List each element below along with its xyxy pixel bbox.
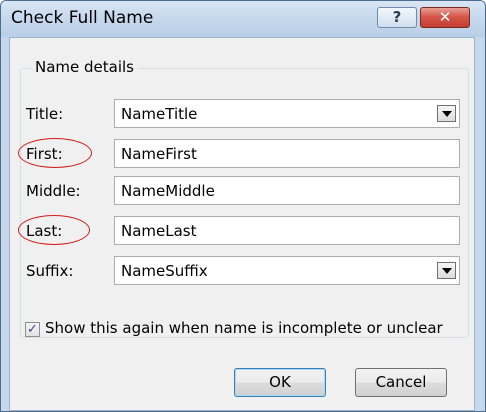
highlight-ellipse-last <box>18 215 90 245</box>
check-full-name-dialog: Check Full Name ? ✕ Name details Title: … <box>0 0 486 412</box>
title-combobox[interactable]: NameTitle <box>114 99 460 128</box>
title-label: Title: <box>26 105 64 123</box>
group-label: Name details <box>31 58 138 76</box>
suffix-value: NameSuffix <box>121 262 208 280</box>
window-title: Check Full Name <box>11 8 154 28</box>
title-bar[interactable]: Check Full Name ? ✕ <box>1 1 485 37</box>
show-again-label[interactable]: Show this again when name is incomplete … <box>45 319 443 337</box>
chevron-down-icon[interactable] <box>437 105 456 122</box>
middle-value: NameMiddle <box>121 182 215 200</box>
middle-label: Middle: <box>26 182 81 200</box>
middle-name-field[interactable]: NameMiddle <box>114 176 460 205</box>
highlight-ellipse-first <box>18 138 92 168</box>
first-value: NameFirst <box>121 145 197 163</box>
help-button[interactable]: ? <box>377 7 417 28</box>
show-again-checkbox[interactable]: ✓ <box>25 322 40 337</box>
cancel-button[interactable]: Cancel <box>355 368 447 397</box>
last-name-field[interactable]: NameLast <box>114 216 460 245</box>
ok-button[interactable]: OK <box>234 368 326 397</box>
title-value: NameTitle <box>121 105 198 123</box>
dialog-body: Name details Title: NameTitle First: Nam… <box>9 37 475 411</box>
chevron-down-icon[interactable] <box>437 262 456 279</box>
last-value: NameLast <box>121 222 197 240</box>
first-name-field[interactable]: NameFirst <box>114 139 460 168</box>
suffix-label: Suffix: <box>26 262 74 280</box>
suffix-combobox[interactable]: NameSuffix <box>114 256 460 285</box>
close-button[interactable]: ✕ <box>420 7 470 28</box>
